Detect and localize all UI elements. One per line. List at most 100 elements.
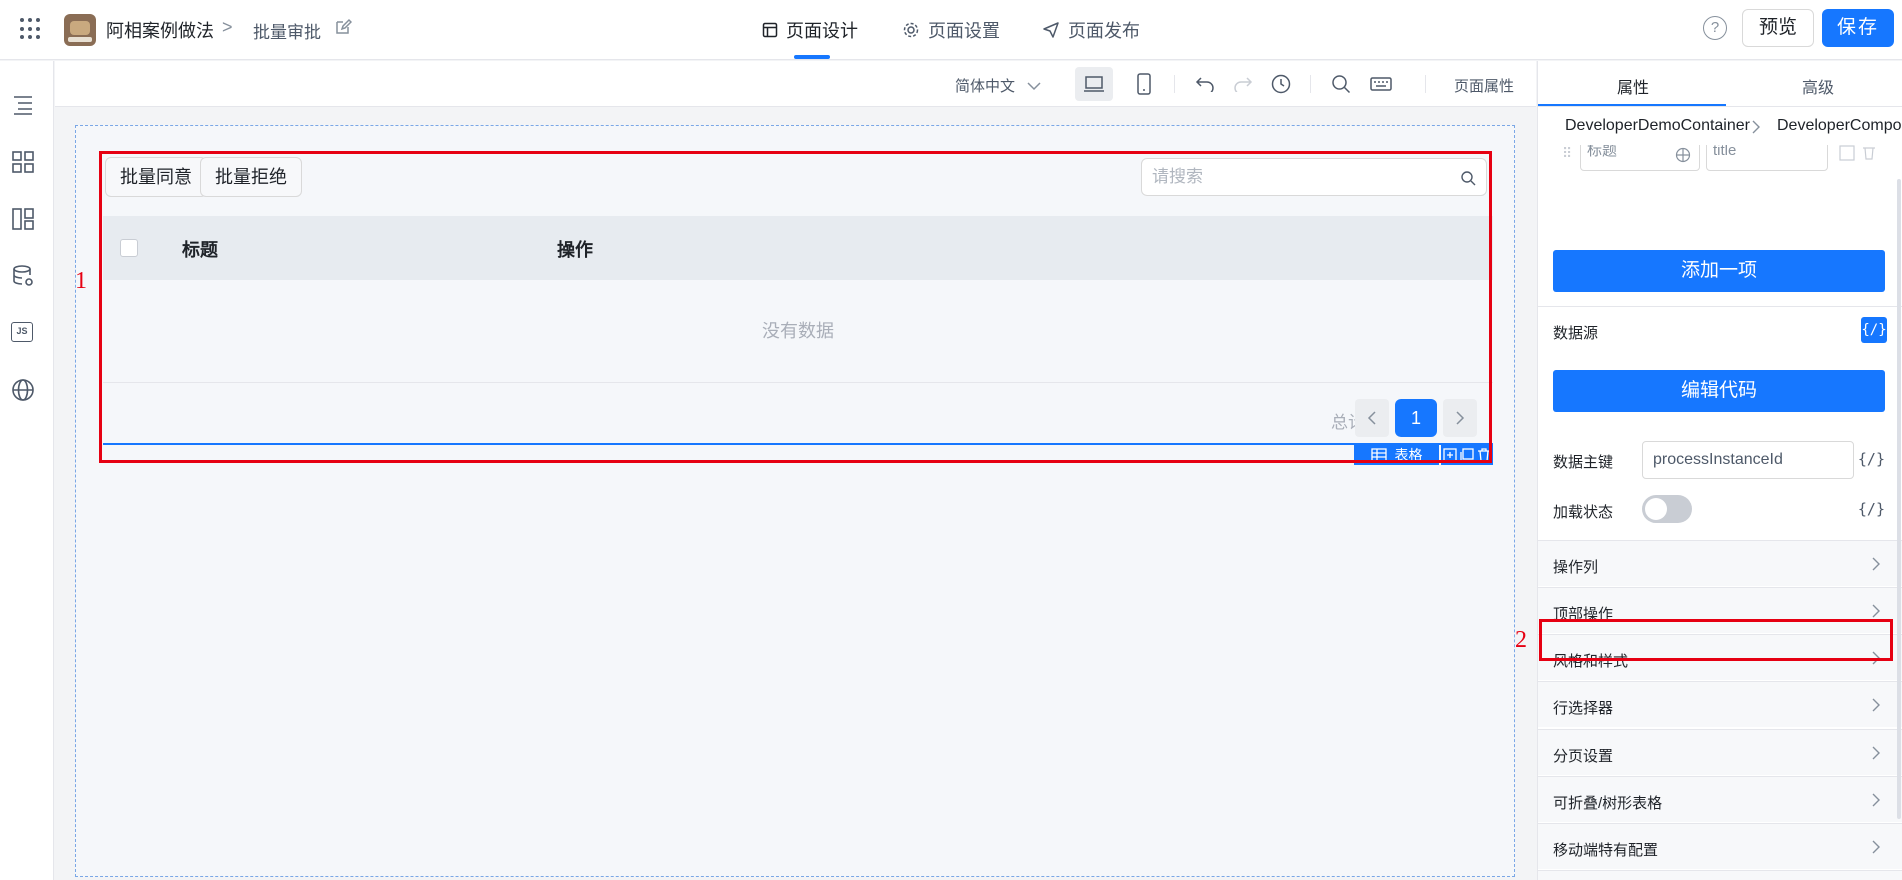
- undo-icon: [1195, 77, 1214, 92]
- tab-page-settings[interactable]: 页面设置: [902, 16, 1000, 44]
- top-bar: 阿相案例做法 > 批量审批 页面设计 页面设置 页面发布 ? 预览 保存: [0, 0, 1902, 60]
- item-key-input[interactable]: title: [1706, 145, 1828, 171]
- edit-icon[interactable]: [1839, 145, 1855, 161]
- tab-advanced[interactable]: 高级: [1802, 74, 1834, 98]
- redo-button[interactable]: [1224, 67, 1262, 101]
- section-label: 操作列: [1553, 559, 1599, 576]
- app-logo: [64, 14, 96, 46]
- history-button[interactable]: [1262, 67, 1300, 101]
- chevron-right-icon: [1872, 746, 1880, 760]
- section-advanced[interactable]: 高级: [1538, 870, 1902, 880]
- phone-icon: [1137, 73, 1151, 95]
- drag-handle-icon[interactable]: ⠿: [1562, 145, 1572, 162]
- save-button[interactable]: 保存: [1822, 9, 1894, 47]
- canvas-toolbar: 简体中文 页面属性: [55, 61, 1536, 107]
- active-panel-tab-indicator: [1538, 104, 1726, 106]
- desktop-view-button[interactable]: [1075, 67, 1113, 101]
- undo-button[interactable]: [1186, 67, 1224, 101]
- page-name: 批量审批: [253, 23, 321, 42]
- laptop-icon: [1084, 76, 1104, 92]
- tab-page-design-label: 页面设计: [786, 21, 858, 41]
- help-icon[interactable]: ?: [1703, 16, 1727, 40]
- add-item-button[interactable]: 添加一项: [1553, 250, 1885, 292]
- language-select[interactable]: 简体中文: [955, 75, 1041, 96]
- toolbar-divider: [1425, 75, 1426, 93]
- tab-page-design[interactable]: 页面设计: [762, 16, 858, 44]
- globe-icon[interactable]: [11, 378, 35, 402]
- section-tree-table[interactable]: 可折叠/树形表格: [1538, 776, 1902, 822]
- chevron-right-icon: [1872, 557, 1880, 571]
- app-grid-icon[interactable]: [20, 18, 42, 40]
- delete-icon[interactable]: [1862, 145, 1876, 161]
- keyboard-shortcuts-button[interactable]: [1362, 67, 1400, 101]
- search-icon: [1332, 75, 1351, 94]
- primary-key-input[interactable]: processInstanceId: [1642, 441, 1854, 479]
- datasource-section: 数据源 {/}: [1538, 306, 1902, 354]
- clock-icon: [1271, 74, 1291, 94]
- tab-page-publish[interactable]: 页面发布: [1042, 16, 1140, 44]
- panel-scrollbar[interactable]: [1897, 179, 1901, 819]
- section-label: 可折叠/树形表格: [1553, 795, 1663, 812]
- breadcrumb-separator: >: [222, 17, 233, 37]
- annotation-box-1: [99, 151, 1492, 463]
- toolbar-divider: [1174, 75, 1175, 93]
- chevron-right-icon: [1872, 604, 1880, 618]
- layout-icon: [762, 22, 778, 38]
- datasource-label: 数据源: [1553, 325, 1599, 342]
- edit-icon[interactable]: [334, 18, 352, 36]
- components-icon[interactable]: [11, 150, 35, 174]
- layout-template-icon[interactable]: [11, 207, 35, 231]
- annotation-box-2: [1539, 619, 1893, 661]
- search-button[interactable]: [1322, 67, 1360, 101]
- app-name[interactable]: 阿相案例做法: [106, 17, 214, 43]
- keyboard-icon: [1370, 77, 1392, 91]
- js-icon[interactable]: JS: [11, 322, 33, 342]
- panel-tabs: 属性 高级: [1538, 61, 1902, 107]
- code-variable-icon[interactable]: {/}: [1858, 450, 1885, 468]
- toolbar-divider: [1310, 75, 1311, 93]
- chevron-right-icon: [1872, 698, 1880, 712]
- redo-icon: [1234, 77, 1253, 92]
- item-label-value: 标题: [1587, 145, 1618, 159]
- edit-code-button[interactable]: 编辑代码: [1553, 370, 1885, 412]
- page-properties-link[interactable]: 页面属性: [1454, 75, 1514, 96]
- chevron-right-icon: [1872, 840, 1880, 854]
- code-variable-icon[interactable]: {/}: [1861, 317, 1887, 343]
- panel-scroll-area[interactable]: ⠿ 标题 title 添加一项 数据源 {/} 编辑代码 数据主键 proces…: [1538, 145, 1902, 880]
- mobile-view-button[interactable]: [1125, 67, 1163, 101]
- section-pagination[interactable]: 分页设置: [1538, 729, 1902, 775]
- component-breadcrumb: DeveloperDemoContainer DeveloperCompon: [1538, 107, 1902, 145]
- outline-icon[interactable]: [11, 93, 35, 117]
- breadcrumb-current[interactable]: DeveloperCompon: [1777, 117, 1902, 135]
- loading-state-label: 加载状态: [1553, 504, 1614, 521]
- item-key-value: title: [1713, 145, 1737, 159]
- language-label: 简体中文: [955, 78, 1016, 95]
- tab-page-settings-label: 页面设置: [928, 21, 1000, 41]
- chevron-right-icon: [1752, 120, 1760, 134]
- left-rail: JS: [0, 61, 54, 880]
- tab-properties[interactable]: 属性: [1617, 74, 1649, 98]
- section-row-selector[interactable]: 行选择器: [1538, 681, 1902, 727]
- section-label: 行选择器: [1553, 700, 1614, 717]
- globe-icon[interactable]: [1675, 147, 1691, 163]
- annotation-label-1: 1: [75, 268, 87, 294]
- active-tab-indicator: [794, 55, 830, 59]
- properties-panel: 属性 高级 DeveloperDemoContainer DeveloperCo…: [1537, 61, 1902, 880]
- annotation-label-2: 2: [1515, 627, 1527, 653]
- section-mobile-config[interactable]: 移动端特有配置: [1538, 823, 1902, 869]
- section-label: 分页设置: [1553, 748, 1614, 765]
- preview-button[interactable]: 预览: [1742, 9, 1814, 47]
- section-label: 移动端特有配置: [1553, 842, 1659, 859]
- gear-icon: [903, 22, 919, 38]
- breadcrumb-parent[interactable]: DeveloperDemoContainer: [1565, 117, 1750, 135]
- chevron-right-icon: [1872, 793, 1880, 807]
- chevron-down-icon: [1027, 81, 1041, 90]
- list-item: ⠿ 标题 title: [1554, 145, 1884, 171]
- code-variable-icon[interactable]: {/}: [1858, 500, 1885, 518]
- loading-state-toggle[interactable]: [1642, 495, 1692, 523]
- section-action-column[interactable]: 操作列: [1538, 540, 1902, 586]
- tab-page-publish-label: 页面发布: [1068, 21, 1140, 41]
- datasource-icon[interactable]: [11, 264, 35, 288]
- primary-key-label: 数据主键: [1553, 454, 1614, 471]
- send-icon: [1043, 22, 1059, 38]
